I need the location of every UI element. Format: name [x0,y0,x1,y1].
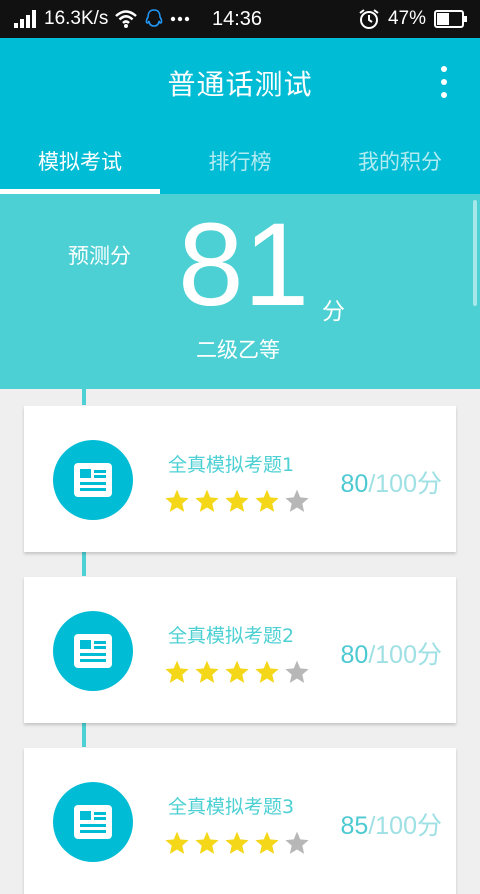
score-value: 80 [340,641,369,669]
prediction-banner: 预测分 81 分 二级乙等 [0,194,480,389]
tab-leaderboard[interactable]: 排行榜 [160,128,320,194]
score-value: 85 [340,812,369,840]
alarm-icon [358,8,380,30]
timeline-line [82,389,86,405]
network-speed: 16.3K/s [44,8,109,29]
clock: 14:36 [212,7,263,30]
battery-level: 47% [387,8,426,29]
score-total: /100分 [368,470,442,498]
score-level: 二级乙等 [196,338,280,362]
battery-icon [434,10,468,28]
test-card[interactable]: 全真模拟考题2 80/100分 [24,577,456,723]
app-bar: 普通话测试 [0,38,480,128]
star-icon [224,830,250,860]
overflow-menu-icon[interactable] [438,66,450,98]
test-title: 全真模拟考题1 [168,454,295,476]
page-title: 普通话测试 [167,68,313,101]
predicted-score: 81 [178,199,310,331]
star-icon [254,659,280,689]
tab-my-points[interactable]: 我的积分 [320,128,480,194]
score-unit: 分 [322,299,345,325]
test-card[interactable]: 全真模拟考题3 85/100分 [24,748,456,894]
star-icon [194,659,220,689]
test-card[interactable]: 全真模拟考题1 80/100分 [24,406,456,552]
tab-bar: 模拟考试 排行榜 我的积分 [0,128,480,194]
qq-icon [144,8,164,30]
status-bar: 16.3K/s 14:36 47% [0,0,480,38]
timeline-line [82,723,86,747]
star-icon [284,830,310,860]
more-icon [170,16,190,22]
star-rating [164,488,310,518]
star-icon [164,830,190,860]
document-icon [53,611,133,691]
test-title: 全真模拟考题2 [168,625,295,647]
test-score: 80/100分 [341,464,442,500]
test-title: 全真模拟考题3 [168,796,295,818]
star-rating [164,659,310,689]
wifi-icon [114,9,138,29]
star-icon [164,488,190,518]
star-icon [254,488,280,518]
prediction-label: 预测分 [68,244,131,268]
star-icon [194,830,220,860]
document-icon [53,782,133,862]
score-total: /100分 [368,812,442,840]
test-score: 85/100分 [341,806,442,842]
timeline-line [82,552,86,576]
star-icon [284,488,310,518]
document-icon [53,440,133,520]
signal-icon [14,10,38,28]
star-icon [284,659,310,689]
star-icon [194,488,220,518]
tab-mock-exam[interactable]: 模拟考试 [0,128,160,194]
star-icon [164,659,190,689]
score-value: 80 [340,470,369,498]
test-score: 80/100分 [341,635,442,671]
scrollbar[interactable] [473,200,477,306]
star-icon [254,830,280,860]
star-icon [224,659,250,689]
score-total: /100分 [368,641,442,669]
star-rating [164,830,310,860]
star-icon [224,488,250,518]
